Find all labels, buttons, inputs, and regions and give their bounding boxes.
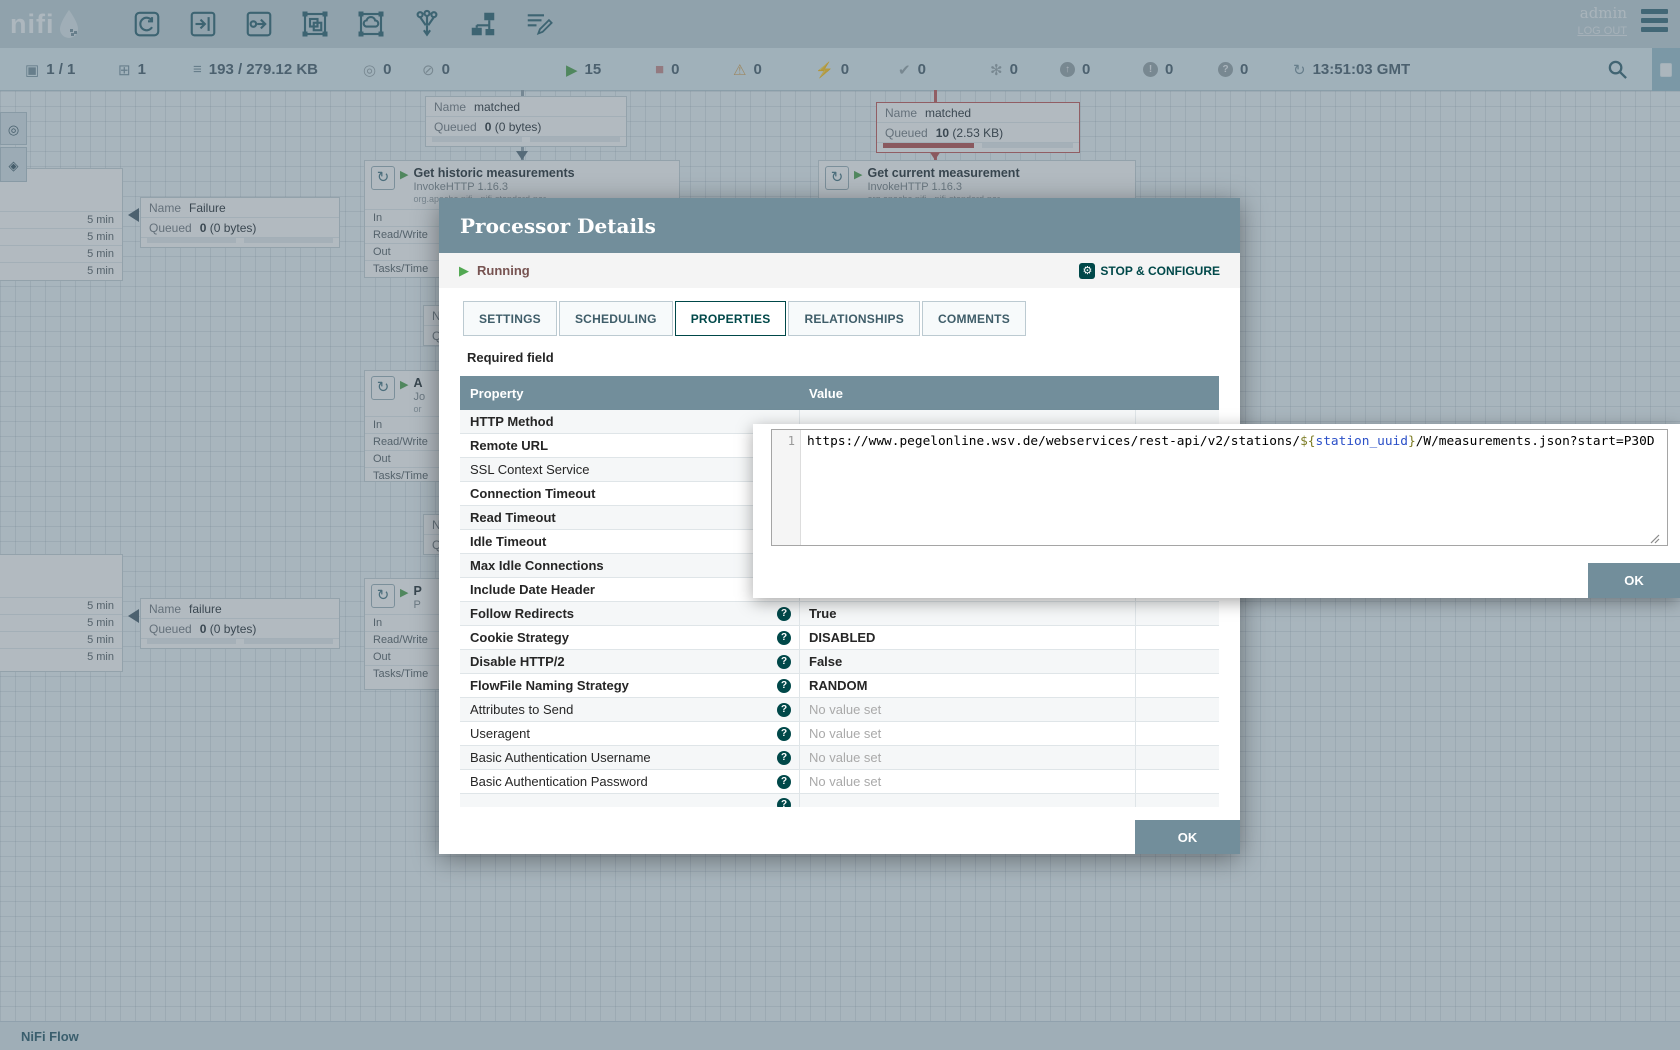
- value-editor-textarea[interactable]: 1 https://www.pegelonline.wsv.de/webserv…: [771, 429, 1668, 546]
- help-icon[interactable]: ?: [777, 679, 791, 693]
- tab-properties[interactable]: PROPERTIES: [675, 301, 787, 336]
- help-icon[interactable]: ?: [777, 775, 791, 789]
- table-row[interactable]: Follow Redirects?True: [460, 602, 1219, 626]
- editor-ok-button[interactable]: OK: [1588, 563, 1680, 598]
- table-row[interactable]: Basic Authentication Username?No value s…: [460, 746, 1219, 770]
- el-close-bracket: }: [1408, 434, 1416, 449]
- table-row-partial: ?: [460, 794, 1219, 807]
- processor-state: Running: [477, 263, 530, 278]
- help-icon[interactable]: ?: [777, 751, 791, 765]
- table-row[interactable]: Cookie Strategy?DISABLED: [460, 626, 1219, 650]
- el-open-bracket: ${: [1300, 434, 1315, 449]
- tab-settings[interactable]: SETTINGS: [463, 301, 557, 336]
- dialog-ok-button[interactable]: OK: [1135, 820, 1240, 854]
- value-editor-popup: 1 https://www.pegelonline.wsv.de/webserv…: [753, 424, 1680, 598]
- properties-table-header: Property Value: [460, 376, 1219, 410]
- help-icon[interactable]: ?: [777, 631, 791, 645]
- help-icon[interactable]: ?: [777, 607, 791, 621]
- tab-scheduling[interactable]: SCHEDULING: [559, 301, 673, 336]
- table-row[interactable]: Attributes to Send?No value set: [460, 698, 1219, 722]
- el-reference: station_uuid: [1316, 434, 1408, 449]
- stop-configure-gear-icon: ⚙: [1079, 263, 1095, 279]
- table-row[interactable]: Disable HTTP/2?False: [460, 650, 1219, 674]
- help-icon[interactable]: ?: [777, 703, 791, 717]
- tab-comments[interactable]: COMMENTS: [922, 301, 1026, 336]
- dialog-tabs: SETTINGS SCHEDULING PROPERTIES RELATIONS…: [463, 301, 1026, 336]
- expression-code[interactable]: https://www.pegelonline.wsv.de/webservic…: [801, 430, 1667, 545]
- help-icon[interactable]: ?: [777, 655, 791, 669]
- stop-and-configure-button[interactable]: ⚙ STOP & CONFIGURE: [1079, 263, 1220, 279]
- table-row[interactable]: Useragent?No value set: [460, 722, 1219, 746]
- dialog-title: Processor Details: [460, 214, 656, 238]
- tab-relationships[interactable]: RELATIONSHIPS: [788, 301, 920, 336]
- resize-handle-icon[interactable]: [1650, 534, 1660, 544]
- dialog-status-row: ▶ Running ⚙ STOP & CONFIGURE: [439, 253, 1240, 288]
- help-icon: ?: [777, 798, 791, 807]
- help-icon[interactable]: ?: [777, 727, 791, 741]
- line-number-gutter: 1: [772, 430, 801, 545]
- required-field-note: Required field: [467, 350, 554, 365]
- running-play-icon: ▶: [459, 263, 469, 279]
- table-row[interactable]: Basic Authentication Password?No value s…: [460, 770, 1219, 794]
- dialog-header: Processor Details: [439, 198, 1240, 253]
- table-row[interactable]: FlowFile Naming Strategy?RANDOM: [460, 674, 1219, 698]
